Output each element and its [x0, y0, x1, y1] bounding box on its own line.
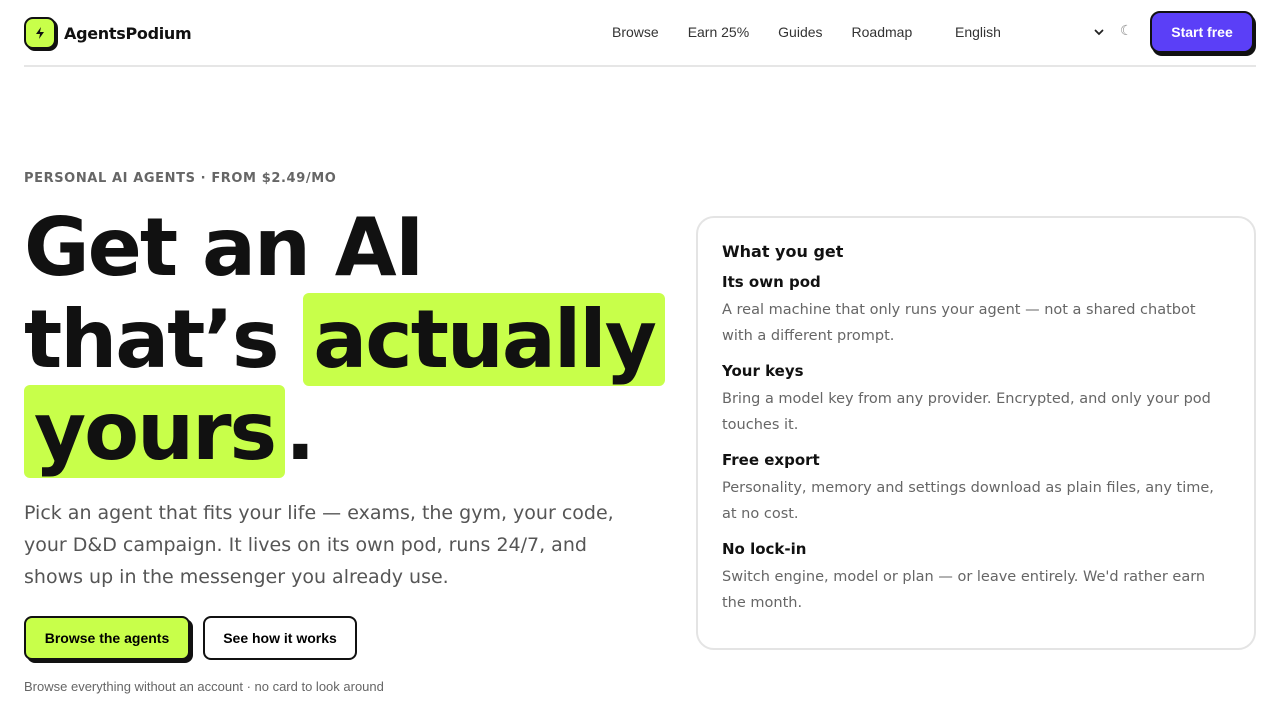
feature-item: Free export Personality, memory and sett… — [722, 451, 1230, 527]
feature-item: Its own pod A real machine that only run… — [722, 273, 1230, 349]
how-it-works-button[interactable]: See how it works — [203, 616, 357, 660]
feature-desc: A real machine that only runs your agent… — [722, 302, 1196, 344]
hero-eyebrow: PERSONAL AI AGENTS · FROM $2.49/MO — [24, 171, 337, 186]
feature-title: Its own pod — [722, 273, 821, 291]
brand-name: AgentsPodium — [64, 23, 192, 43]
feature-title: No lock-in — [722, 540, 807, 558]
feature-desc: Switch engine, model or plan — or leave … — [722, 569, 1206, 611]
what-you-get-card: What you get Its own pod A real machine … — [696, 216, 1256, 650]
feature-title: Free export — [722, 451, 820, 469]
hero-subtitle: Pick an agent that fits your life — exam… — [24, 502, 614, 588]
feature-item: No lock-in Switch engine, model or plan … — [722, 540, 1230, 616]
brand-logo[interactable]: AgentsPodium — [24, 17, 192, 49]
headline-text: that’s — [24, 293, 304, 386]
nav-roadmap[interactable]: Roadmap — [852, 24, 913, 40]
hero-footnote: Browse everything without an account · n… — [24, 679, 384, 694]
feature-desc: Bring a model key from any provider. Enc… — [722, 391, 1211, 433]
nav-earn[interactable]: Earn 25% — [688, 24, 749, 40]
nav-browse[interactable]: Browse — [612, 24, 659, 40]
headline-highlight: yours — [24, 385, 286, 478]
headline-highlight: actually — [303, 293, 665, 386]
feature-title: Your keys — [722, 362, 804, 380]
headline-period: . — [285, 385, 315, 478]
language-select[interactable]: English — [955, 24, 1105, 40]
main-nav: Browse Earn 25% Guides Roadmap — [612, 24, 941, 40]
browse-agents-button[interactable]: Browse the agents — [24, 616, 190, 660]
hero-headline: Get an AI that’s actually yours. — [24, 201, 665, 478]
feature-desc: Personality, memory and settings downloa… — [722, 480, 1214, 522]
headline-line-2: that’s actually — [24, 293, 665, 386]
headline-line-3: yours. — [24, 385, 664, 478]
headline-line-1: Get an AI — [24, 201, 424, 294]
language-value: English — [955, 24, 1001, 40]
card-title: What you get — [722, 242, 844, 261]
moon-icon[interactable]: ☾ — [1120, 23, 1133, 39]
lightning-bolt-icon — [24, 17, 56, 49]
chevron-down-icon — [1093, 26, 1105, 38]
nav-guides[interactable]: Guides — [778, 24, 822, 40]
feature-item: Your keys Bring a model key from any pro… — [722, 362, 1230, 438]
start-free-button[interactable]: Start free — [1150, 11, 1254, 53]
site-header: AgentsPodium Browse Earn 25% Guides Road… — [24, 0, 1256, 67]
